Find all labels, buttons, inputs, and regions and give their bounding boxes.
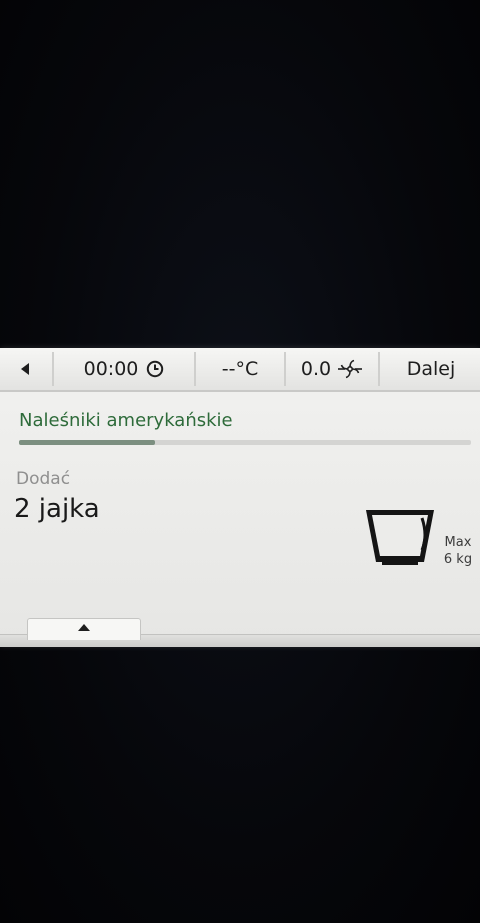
timer-display[interactable]: 00:00	[52, 352, 194, 386]
step-instruction-value: 2 jajka	[14, 494, 100, 524]
recipe-progress-fill	[19, 440, 155, 445]
max-text: Max	[444, 535, 472, 550]
max-capacity-label: Max 6 kg	[440, 534, 476, 568]
fan-speed-icon	[338, 359, 363, 379]
recipe-progress-bar	[19, 440, 471, 445]
clock-icon	[147, 360, 164, 378]
step-instruction-label: Dodać	[16, 469, 71, 489]
recipe-title: Naleśniki amerykańskie	[19, 410, 233, 431]
triangle-left-icon	[21, 363, 29, 375]
temperature-value: --°C	[221, 358, 259, 380]
back-button[interactable]	[0, 352, 50, 386]
status-toolbar: 00:00 --°C 0.0 Dalej	[0, 348, 480, 392]
triangle-up-icon	[78, 624, 90, 631]
temperature-display[interactable]: --°C	[194, 352, 284, 386]
timer-value: 00:00	[83, 358, 139, 380]
speed-display[interactable]: 0.0	[284, 352, 378, 386]
speed-value: 0.0	[300, 358, 332, 380]
max-capacity-value: 6 kg	[443, 552, 473, 567]
photo-background: 00:00 --°C 0.0 Dalej Naleśniki amerykańs…	[0, 0, 480, 923]
next-button-label: Dalej	[406, 358, 456, 380]
expand-panel-tab[interactable]	[27, 618, 141, 640]
next-button[interactable]: Dalej	[378, 352, 480, 386]
device-screen: 00:00 --°C 0.0 Dalej Naleśniki amerykańs…	[0, 348, 480, 647]
bowl-icon	[366, 510, 434, 565]
